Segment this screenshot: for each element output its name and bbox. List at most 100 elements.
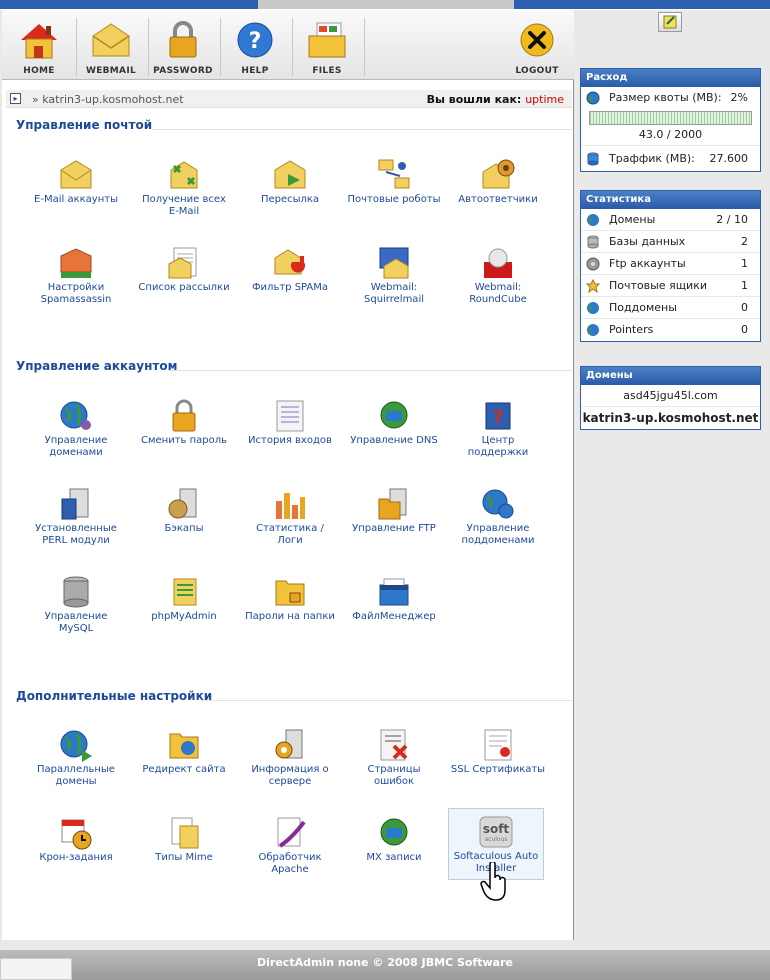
bar-stats-icon — [272, 487, 308, 521]
quota-text: 43.0 / 2000 — [638, 128, 703, 141]
account-item-stats[interactable]: Статистика / Логи — [242, 481, 338, 553]
extra-item-server-info[interactable]: Информация о сервере — [242, 722, 338, 794]
parallel-globe-icon — [58, 728, 94, 762]
extra-item-mime[interactable]: Типы Mime — [136, 810, 232, 882]
nav-webmail[interactable]: WEBMAIL — [76, 16, 146, 78]
item-label: Webmail: Squirrelmail — [364, 282, 424, 305]
item-label: Webmail: RoundCube — [469, 282, 527, 305]
webmail-monitor-icon — [376, 246, 412, 280]
logout-icon — [515, 20, 559, 60]
item-label: SSL Сертификаты — [450, 764, 546, 775]
domains-panel: Домены asd45jgu45l.com katrin3-up.kosmoh… — [580, 366, 761, 430]
item-label: ФайлМенеджер — [352, 611, 436, 622]
envelope-arrows-icon — [166, 158, 202, 192]
nav-logout-label: LOGOUT — [515, 66, 559, 76]
account-item-support[interactable]: ? Центр поддержки — [450, 393, 546, 465]
account-item-login-history[interactable]: История входов — [242, 393, 338, 465]
extra-item-cron[interactable]: Крон-задания — [28, 810, 124, 882]
nav-files[interactable]: FILES — [292, 16, 362, 78]
nav-logout[interactable]: LOGOUT — [502, 16, 572, 78]
usage-panel: Расход Размер квоты (MB): 2% 43.0 / 2000… — [580, 68, 761, 172]
mail-item-forwarding[interactable]: Пересылка — [242, 152, 338, 224]
stats-row: Домены 2 / 10 — [581, 209, 760, 231]
stats-label: Домены — [609, 213, 656, 226]
roundcube-icon — [480, 246, 516, 280]
domain-link[interactable]: asd45jgu45l.com — [581, 385, 760, 407]
account-item-dns[interactable]: Управление DNS — [346, 393, 442, 465]
item-label: Сменить пароль — [140, 435, 228, 446]
extra-item-redirect[interactable]: Редирект сайта — [136, 722, 232, 794]
mail-item-squirrelmail[interactable]: Webmail: Squirrelmail — [346, 240, 442, 312]
item-label: Бэкапы — [164, 523, 204, 534]
mail-item-roundcube[interactable]: Webmail: RoundCube — [450, 240, 546, 312]
top-nav: HOME WEBMAIL PASSWORD ? HELP FILES LOGOU… — [2, 10, 574, 80]
server-info-icon — [272, 728, 308, 762]
account-item-password[interactable]: Сменить пароль — [136, 393, 232, 465]
section-account-title: Управление аккаунтом — [16, 359, 178, 373]
item-label: Статистика / Логи — [256, 523, 324, 546]
stats-label: Поддомены — [609, 301, 677, 314]
apache-feather-icon — [272, 816, 308, 850]
account-item-mysql[interactable]: Управление MySQL — [28, 569, 124, 641]
extra-item-error-pages[interactable]: Страницы ошибок — [346, 722, 442, 794]
stats-label: Почтовые ящики — [609, 279, 707, 292]
zip-file-icon — [166, 816, 202, 850]
account-item-domains[interactable]: Управление доменами — [28, 393, 124, 465]
stats-row: Pointers 0 — [581, 319, 760, 341]
mail-item-spam-filter[interactable]: Фильтр SPAMа — [242, 240, 338, 312]
account-item-perl[interactable]: Установленные PERL модули — [28, 481, 124, 553]
mail-item-spamassassin[interactable]: Настройки Spamassassin — [28, 240, 124, 312]
edit-note-button[interactable] — [658, 12, 682, 32]
section-extra-title: Дополнительные настройки — [16, 689, 213, 703]
breadcrumb: ▸ » katrin3-up.kosmohost.net Вы вошли ка… — [6, 90, 572, 108]
breadcrumb-path[interactable]: » katrin3-up.kosmohost.net — [32, 93, 184, 106]
stats-row: Почтовые ящики 1 — [581, 275, 760, 297]
globe-gear-icon — [58, 399, 94, 433]
nav-files-label: FILES — [312, 66, 342, 76]
stats-label: Базы данных — [609, 235, 686, 248]
extra-item-ssl[interactable]: SSL Сертификаты — [450, 722, 546, 794]
stats-value: 2 — [741, 235, 748, 248]
account-item-folder-passwords[interactable]: Пароли на папки — [242, 569, 338, 641]
usage-title: Расход — [581, 69, 760, 87]
soft-logo-text: soft — [483, 822, 510, 836]
phpmyadmin-icon — [166, 575, 202, 609]
padlock-icon — [161, 20, 205, 60]
extra-item-pointers[interactable]: Параллельные домены — [28, 722, 124, 794]
mail-item-mailing-list[interactable]: Список рассылки — [136, 240, 232, 312]
nav-home[interactable]: HOME — [4, 16, 74, 78]
svg-text:?: ? — [493, 407, 503, 428]
footer: DirectAdmin none © 2008 JBMC Software — [0, 950, 770, 980]
item-label: Список рассылки — [138, 282, 230, 293]
mail-item-robots[interactable]: Почтовые роботы — [346, 152, 442, 224]
item-label: E-Mail аккаунты — [34, 194, 118, 205]
domain-link-active[interactable]: katrin3-up.kosmohost.net — [581, 407, 760, 429]
stats-row: Базы данных 2 — [581, 231, 760, 253]
mail-item-autoresponders[interactable]: Автоответчики — [450, 152, 546, 224]
mail-item-fetch-all[interactable]: Получение всех E-Mail — [136, 152, 232, 224]
extra-item-mx[interactable]: MX записи — [346, 810, 442, 882]
mail-item-email-accounts[interactable]: E-Mail аккаунты — [28, 152, 124, 224]
error-pages-icon — [376, 728, 412, 762]
nav-password[interactable]: PASSWORD — [148, 16, 218, 78]
domains-title: Домены — [581, 367, 760, 385]
account-item-phpmyadmin[interactable]: phpMyAdmin — [136, 569, 232, 641]
item-label: phpMyAdmin — [151, 611, 217, 622]
item-label: Управление DNS — [350, 435, 438, 446]
top-strip — [0, 0, 770, 10]
item-label: История входов — [248, 435, 332, 446]
soft-logo-sub: aculous — [484, 836, 507, 843]
item-label: Управление доменами — [44, 435, 108, 458]
expand-arrow-icon[interactable]: ▸ — [10, 93, 21, 104]
extra-item-apache[interactable]: Обработчик Apache — [242, 810, 338, 882]
item-label: Автоответчики — [458, 194, 538, 205]
svg-text:?: ? — [249, 29, 262, 54]
account-item-filemanager[interactable]: ФайлМенеджер — [346, 569, 442, 641]
account-item-subdomains[interactable]: Управление поддоменами — [450, 481, 546, 553]
traffic-row: Траффик (MB): 27.600 — [581, 145, 760, 171]
account-item-ftp[interactable]: Управление FTP — [346, 481, 442, 553]
item-label: Фильтр SPAMа — [251, 282, 329, 293]
stats-value: 1 — [741, 257, 748, 270]
nav-help[interactable]: ? HELP — [220, 16, 290, 78]
account-item-backups[interactable]: Бэкапы — [136, 481, 232, 553]
